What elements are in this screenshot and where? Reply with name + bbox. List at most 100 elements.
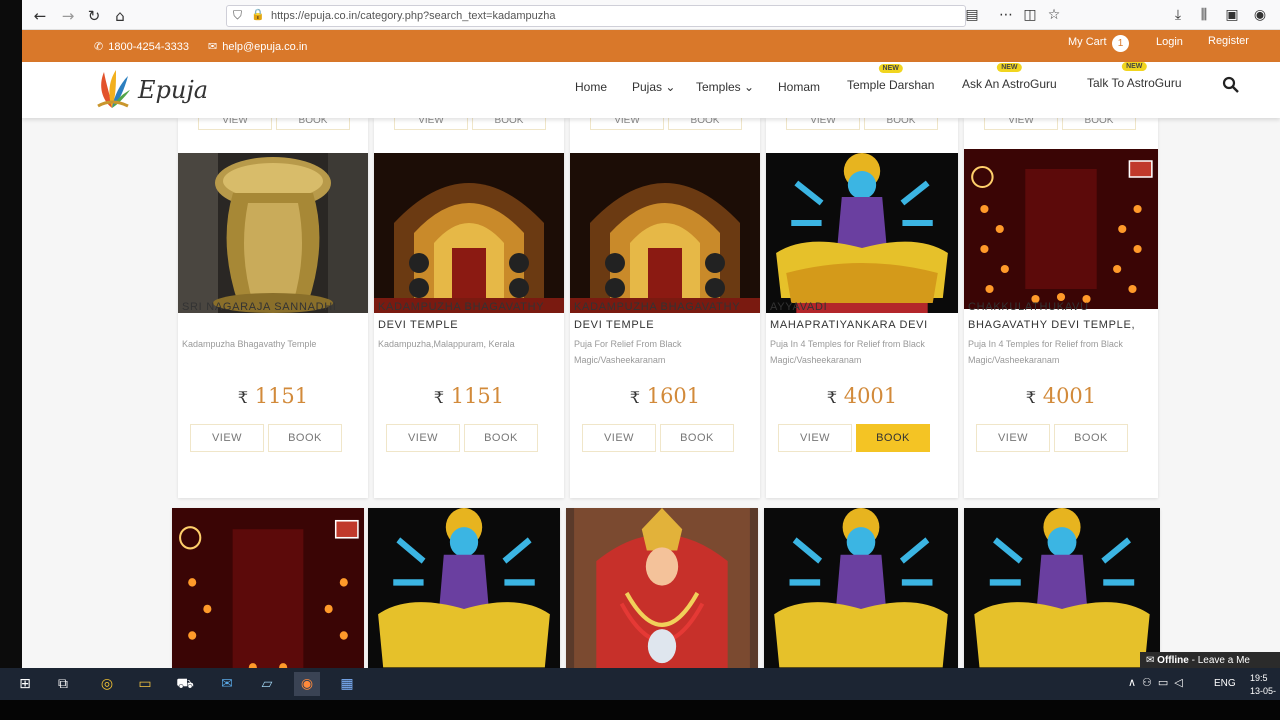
library-icon[interactable]: ⫼ [1194, 5, 1214, 25]
store-icon[interactable]: ⛟ [172, 672, 198, 696]
goddess-red-image[interactable] [566, 508, 758, 668]
firefox-icon[interactable]: ◉ [294, 672, 320, 696]
account-icon[interactable]: ◉ [1250, 5, 1270, 25]
price: ₹ 4001 [766, 384, 958, 408]
browser-toolbar: ← → ↻ ⌂ ⛉ 🔒 https://epuja.co.in/category… [22, 0, 1280, 30]
product-card[interactable]: VIEW BOOK AYYAVADI MAHAPRATIYANKARA DEVI… [766, 112, 958, 498]
toast-message: - Leave a Me [1191, 655, 1250, 666]
product-card[interactable] [368, 508, 560, 668]
view-button[interactable]: VIEW [386, 424, 460, 452]
product-card[interactable] [172, 508, 364, 668]
card-title[interactable]: SRI NAGARAJA SANNADHI [182, 298, 362, 316]
product-card[interactable] [566, 508, 758, 668]
product-card[interactable] [764, 508, 958, 668]
reload-icon[interactable]: ↻ [84, 6, 104, 26]
address-bar[interactable]: ⛉ 🔒 https://epuja.co.in/category.php?sea… [226, 5, 966, 27]
nav-temples[interactable]: Temples ⌄ [696, 80, 754, 94]
logo-wordmark[interactable]: Epuja [138, 76, 208, 104]
clock-time: 19:5 [1250, 673, 1268, 683]
tracking-shield-icon[interactable]: ⛉ [233, 8, 242, 23]
cart-count-badge[interactable]: 1 [1112, 35, 1129, 52]
temple-deity-image[interactable] [570, 153, 760, 313]
card-title[interactable]: CHAKKULATHUKAVU BHAGAVATHY DEVI TEMPLE, [968, 298, 1148, 334]
sidebar-icon[interactable]: ▣ [1222, 5, 1242, 25]
goddess-lion-image[interactable] [368, 508, 560, 668]
view-button[interactable]: VIEW [778, 424, 852, 452]
book-button[interactable]: BOOK [1054, 424, 1128, 452]
nav-temple-darshan-label: Temple Darshan [847, 78, 935, 92]
product-card[interactable]: VIEW BOOK SRI NAGARAJA SANNADHI Kadampuz… [178, 112, 368, 498]
nav-pujas[interactable]: Pujas ⌄ [632, 80, 675, 94]
lock-icon[interactable]: 🔒 [251, 8, 265, 21]
my-cart-link[interactable]: My Cart [1068, 36, 1107, 48]
home-icon[interactable]: ⌂ [110, 6, 130, 26]
view-button[interactable]: VIEW [582, 424, 656, 452]
nav-temple-darshan[interactable]: NEW Temple Darshan [847, 64, 935, 92]
phone-contact[interactable]: ✆ 1800-4254-3333 [94, 40, 189, 53]
rupee-icon: ₹ [1025, 388, 1037, 407]
nav-home[interactable]: Home [575, 80, 607, 94]
card-subtitle: Kadampuzha,Malappuram, Kerala [378, 339, 515, 349]
rupee-icon: ₹ [826, 388, 838, 407]
card-title[interactable]: KADAMPUZHA BHAGAVATHY DEVI TEMPLE [574, 298, 754, 334]
login-link[interactable]: Login [1156, 36, 1183, 48]
app-icon[interactable]: ▦ [334, 672, 360, 696]
product-card[interactable] [964, 508, 1160, 668]
price: ₹ 1601 [570, 384, 760, 408]
book-button[interactable]: BOOK [856, 424, 930, 452]
email-address: help@epuja.co.in [222, 41, 308, 53]
start-icon[interactable]: ⊞ [12, 672, 38, 696]
price-value: 1601 [646, 384, 701, 408]
book-button[interactable]: BOOK [660, 424, 734, 452]
url-text[interactable]: https://epuja.co.in/category.php?search_… [271, 10, 555, 22]
price-value: 4001 [1042, 384, 1097, 408]
card-title[interactable]: KADAMPUZHA BHAGAVATHY DEVI TEMPLE [378, 298, 558, 334]
contact-bar: ✆ 1800-4254-3333 ✉ help@epuja.co.in My Car… [22, 30, 1280, 62]
view-button[interactable]: VIEW [976, 424, 1050, 452]
view-button[interactable]: VIEW [190, 424, 264, 452]
temple-deity-image[interactable] [374, 153, 564, 313]
goddess-lion-image[interactable] [964, 508, 1160, 668]
book-button[interactable]: BOOK [268, 424, 342, 452]
goddess-lion-image[interactable] [766, 153, 958, 313]
nav-homam[interactable]: Homam [778, 80, 820, 94]
price-value: 4001 [843, 384, 898, 408]
serpent-idol-image[interactable] [178, 153, 368, 313]
book-button[interactable]: BOOK [464, 424, 538, 452]
lamps-image[interactable] [964, 149, 1158, 309]
product-card[interactable]: VIEW BOOK CHAKKULATHUKAVU BHAGAVATHY DEV… [964, 112, 1158, 498]
nav-talk-astroguru[interactable]: NEW Talk To AstroGuru [1087, 62, 1182, 90]
nav-ask-astroguru[interactable]: NEW Ask An AstroGuru [962, 63, 1057, 91]
downloads-icon[interactable]: ⤓ [1168, 5, 1188, 25]
reader-view-icon[interactable]: ▤ [962, 5, 982, 25]
more-actions-icon[interactable]: ⋯ [996, 5, 1016, 25]
new-badge: NEW [997, 63, 1022, 72]
language-indicator[interactable]: ENG [1214, 678, 1236, 689]
email-contact[interactable]: ✉ help@epuja.co.in [208, 40, 307, 53]
card-title[interactable]: AYYAVADI MAHAPRATIYANKARA DEVI [770, 298, 950, 334]
goddess-lion-image[interactable] [764, 508, 958, 668]
rupee-icon: ₹ [433, 388, 445, 407]
task-view-icon[interactable]: ⧉ [50, 672, 76, 696]
product-card[interactable]: VIEW BOOK KADAMPUZHA BHAGAVATHY DEVI TEM… [570, 112, 760, 498]
pocket-icon[interactable]: ◫ [1020, 5, 1040, 25]
file-explorer-icon[interactable]: ▭ [132, 672, 158, 696]
chat-icon: ✉ [1146, 655, 1158, 666]
epuja-logo-icon[interactable] [94, 68, 130, 110]
browser-window: ← → ↻ ⌂ ⛉ 🔒 https://epuja.co.in/category… [22, 0, 1280, 668]
system-tray-icons[interactable]: ∧⚇▭◁ [1128, 676, 1189, 689]
lamps-image[interactable] [172, 508, 364, 668]
chrome-icon[interactable]: ◎ [94, 672, 120, 696]
register-link[interactable]: Register [1208, 35, 1249, 47]
price-value: 1151 [450, 384, 505, 408]
product-card[interactable]: VIEW BOOK KADAMPUZHA BHAGAVATHY DEVI TEM… [374, 112, 564, 498]
phone-icon: ✆ [94, 40, 104, 53]
main-navigation: Epuja Home Pujas ⌄ Temples ⌄ Homam NEW T… [22, 62, 1280, 118]
mail-icon[interactable]: ✉ [214, 672, 240, 696]
price: ₹ 4001 [964, 384, 1158, 408]
back-icon[interactable]: ← [30, 6, 50, 26]
search-icon[interactable] [1222, 76, 1240, 94]
notes-icon[interactable]: ▱ [254, 672, 280, 696]
bookmark-star-icon[interactable]: ☆ [1044, 5, 1064, 25]
forward-icon[interactable]: → [58, 6, 78, 26]
